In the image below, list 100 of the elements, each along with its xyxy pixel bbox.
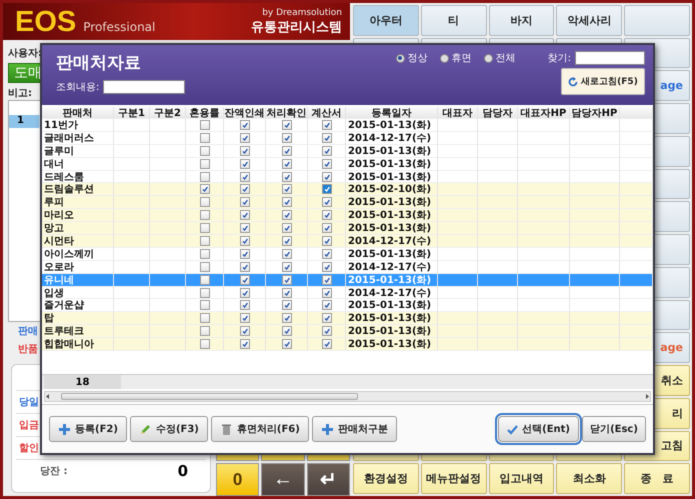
checkbox[interactable] [282,132,292,143]
checkbox[interactable] [322,300,332,310]
status-radio[interactable]: 전체 [484,51,516,65]
query-field[interactable] [103,80,186,94]
checkbox[interactable] [322,339,332,350]
checkbox[interactable] [200,120,210,130]
checkbox[interactable] [282,120,292,130]
link-text[interactable]: age [660,79,683,92]
category-button[interactable]: 아우터 [353,5,419,36]
table-row[interactable]: 드림솔루션 2015-02-10(화) [42,183,653,196]
checkbox[interactable] [240,339,250,350]
column-header[interactable]: 구분2 [150,107,186,119]
checkbox[interactable] [322,288,332,298]
column-header[interactable]: 판매처 [42,107,114,119]
checkbox[interactable] [322,184,332,194]
checkbox[interactable] [322,274,332,285]
checkbox[interactable] [240,146,250,156]
keypad-key[interactable]: ↵ [306,463,350,496]
checkbox[interactable] [322,197,332,208]
checkbox[interactable] [322,120,332,130]
checkbox[interactable] [282,313,292,324]
checkbox[interactable] [240,132,250,143]
menu-button[interactable]: 최소화 [556,463,622,494]
menu-button[interactable]: 입고내역 [488,463,554,494]
checkbox[interactable] [240,300,250,310]
column-header[interactable]: 대표자 [438,107,478,119]
checkbox[interactable] [200,326,210,336]
checkbox[interactable] [282,274,292,285]
keypad-key[interactable]: 0 [216,463,260,496]
action-button[interactable]: 수정(F3) [130,416,208,442]
checkbox[interactable] [282,300,292,310]
checkbox[interactable] [282,248,292,259]
menu-button[interactable]: 종 료 [624,463,690,494]
checkbox[interactable] [240,236,250,246]
checkbox[interactable] [322,223,332,234]
checkbox[interactable] [200,210,210,220]
status-radio[interactable]: 정상 [396,51,428,65]
close-button[interactable]: 닫기(Esc) [582,416,646,442]
checkbox[interactable] [322,236,332,246]
horizontal-scrollbar[interactable] [44,391,651,402]
checkbox[interactable] [282,184,292,194]
category-button[interactable]: 악세사리 [556,5,622,36]
checkbox[interactable] [200,172,210,182]
checkbox[interactable] [322,326,332,336]
checkbox[interactable] [240,262,250,272]
checkbox[interactable] [200,313,210,324]
checkbox[interactable] [200,248,210,259]
column-header[interactable]: 등록일자 [346,107,438,119]
checkbox[interactable] [200,146,210,156]
table-row[interactable]: 망고 2015-01-13(화) [42,222,653,236]
table-row[interactable]: 입생 2014-12-17(수) [42,286,653,300]
checkbox[interactable] [200,184,210,194]
checkbox[interactable] [200,236,210,246]
checkbox[interactable] [282,339,292,350]
checkbox[interactable] [240,288,250,298]
checkbox[interactable] [322,146,332,156]
checkbox[interactable] [240,248,250,259]
column-header[interactable]: 담당자 [478,107,518,119]
checkbox[interactable] [322,158,332,169]
checkbox[interactable] [322,313,332,324]
keypad-key[interactable]: ← [261,463,305,496]
checkbox[interactable] [240,172,250,182]
column-header[interactable]: 대표자HP [518,107,570,119]
checkbox[interactable] [240,210,250,220]
action-button[interactable]: 휴면처리(F6) [210,416,309,442]
checkbox[interactable] [282,288,292,298]
table-row[interactable]: 시먼타 2014-12-17(수) [42,235,653,248]
table-row[interactable]: 마리오 2015-01-13(화) [42,209,653,222]
column-header[interactable]: 잔액인쇄 [224,107,266,119]
list-row[interactable]: 1 [9,115,41,128]
checkbox[interactable] [322,132,332,143]
table-row[interactable]: 아이스께끼 2015-01-13(화) [42,248,653,261]
checkbox[interactable] [200,132,210,143]
checkbox[interactable] [200,288,210,298]
action-button[interactable]: 등록(F2) [49,416,127,442]
scroll-right-icon[interactable] [644,393,650,400]
checkbox[interactable] [282,146,292,156]
checkbox[interactable] [200,158,210,169]
checkbox[interactable] [200,300,210,310]
table-row[interactable]: 글루미 2015-01-13(화) [42,144,653,158]
column-header[interactable]: 계산서 [308,107,346,119]
table-row[interactable]: 글래머러스 2014-12-17(수) [42,132,653,145]
scrollbar-thumb[interactable] [61,393,358,400]
checkbox[interactable] [240,326,250,336]
find-field[interactable] [575,51,645,65]
checkbox[interactable] [240,120,250,130]
checkbox[interactable] [240,197,250,208]
checkbox[interactable] [240,158,250,169]
checkbox[interactable] [240,313,250,324]
select-button[interactable]: 선택(Ent) [498,416,579,442]
checkbox[interactable] [322,210,332,220]
table-row[interactable]: 힙합매니아 2015-01-13(화) [42,338,653,352]
table-row[interactable]: 대너 2015-01-13(화) [42,158,653,171]
checkbox[interactable] [322,248,332,259]
checkbox[interactable] [200,262,210,272]
refresh-button[interactable]: 새로고침(F5) [561,68,645,95]
checkbox[interactable] [282,223,292,234]
checkbox[interactable] [282,262,292,272]
checkbox[interactable] [240,223,250,234]
checkbox[interactable] [322,262,332,272]
